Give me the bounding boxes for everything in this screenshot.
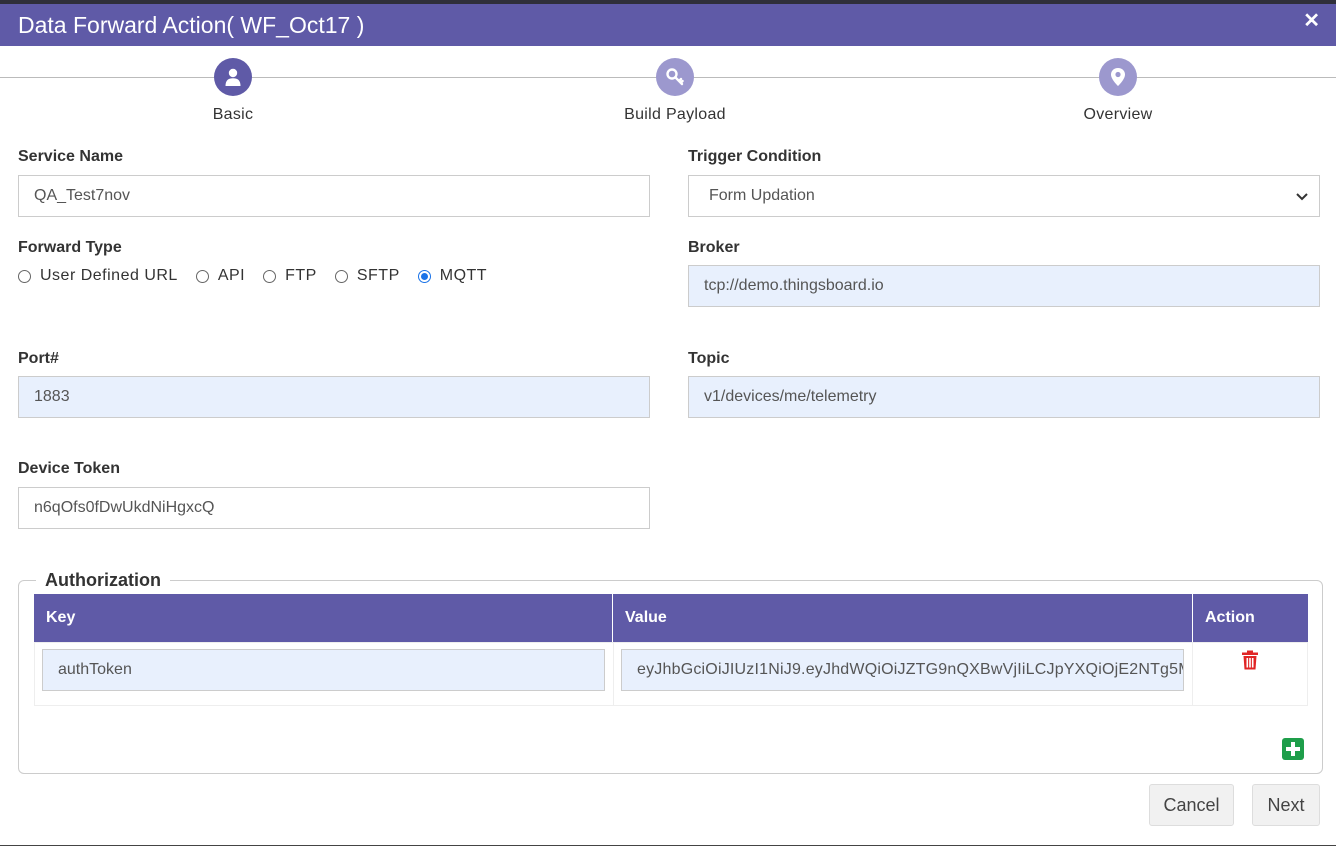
column-divider xyxy=(1192,642,1193,706)
step-overview[interactable]: Overview xyxy=(1018,58,1218,124)
radio-sftp[interactable]: SFTP xyxy=(334,267,400,285)
column-divider xyxy=(613,642,614,706)
trigger-condition-select[interactable]: Form Updation xyxy=(688,175,1320,217)
radio-ftp[interactable]: FTP xyxy=(263,267,317,285)
radio-button[interactable] xyxy=(263,269,277,283)
service-name-label: Service Name xyxy=(18,148,123,165)
port-input[interactable]: 1883 xyxy=(18,376,650,418)
cancel-button[interactable]: Cancel xyxy=(1149,784,1234,826)
forward-type-label: Forward Type xyxy=(18,239,122,256)
radio-label: User Defined URL xyxy=(40,267,178,284)
close-icon[interactable]: ✕ xyxy=(1303,8,1320,33)
port-label: Port# xyxy=(18,350,59,367)
radio-button-selected[interactable] xyxy=(417,269,431,283)
broker-input[interactable]: tcp://demo.thingsboard.io xyxy=(688,265,1320,307)
column-header-key: Key xyxy=(34,594,613,642)
step-build-payload[interactable]: Build Payload xyxy=(575,58,775,124)
radio-user-defined-url[interactable]: User Defined URL xyxy=(18,267,178,285)
radio-button[interactable] xyxy=(195,269,209,283)
chevron-down-icon xyxy=(1295,189,1309,208)
radio-label: SFTP xyxy=(356,267,400,284)
trigger-condition-value: Form Updation xyxy=(709,187,815,204)
topic-value: v1/devices/me/telemetry xyxy=(704,388,877,405)
radio-label: API xyxy=(217,267,246,284)
step-basic[interactable]: Basic xyxy=(133,58,333,124)
data-forward-modal: Data Forward Action( WF_Oct17 ) ✕ Basic … xyxy=(0,4,1336,846)
modal-header: Data Forward Action( WF_Oct17 ) ✕ xyxy=(0,4,1336,46)
modal-title: Data Forward Action( WF_Oct17 ) xyxy=(18,12,365,38)
broker-value: tcp://demo.thingsboard.io xyxy=(704,277,884,294)
port-value: 1883 xyxy=(34,388,70,405)
auth-key-value: authToken xyxy=(58,661,132,678)
topic-input[interactable]: v1/devices/me/telemetry xyxy=(688,376,1320,418)
step-label: Build Payload xyxy=(624,106,726,123)
add-row-icon[interactable] xyxy=(1282,738,1304,760)
device-token-label: Device Token xyxy=(18,460,120,477)
service-name-input[interactable]: QA_Test7nov xyxy=(18,175,650,217)
column-header-value: Value xyxy=(613,594,1193,642)
authorization-table-header: Key Value Action xyxy=(34,594,1308,642)
radio-button[interactable] xyxy=(334,269,348,283)
user-icon xyxy=(214,58,252,96)
topic-label: Topic xyxy=(688,350,730,367)
forward-type-radio-group: User Defined URL API FTP SFTP MQTT xyxy=(18,267,505,285)
step-label: Basic xyxy=(212,106,254,123)
auth-key-input[interactable]: authToken xyxy=(42,649,605,691)
authorization-legend: Authorization xyxy=(36,570,170,591)
radio-label: FTP xyxy=(285,267,317,284)
trigger-condition-label: Trigger Condition xyxy=(688,148,822,165)
service-name-value: QA_Test7nov xyxy=(34,187,131,204)
step-label: Overview xyxy=(1083,106,1153,123)
trash-icon[interactable] xyxy=(1241,650,1259,675)
radio-api[interactable]: API xyxy=(195,267,246,285)
broker-label: Broker xyxy=(688,239,740,256)
column-header-action: Action xyxy=(1205,609,1255,626)
device-token-input[interactable]: n6qOfs0fDwUkdNiHgxcQ xyxy=(18,487,650,529)
radio-mqtt[interactable]: MQTT xyxy=(417,267,488,285)
radio-label: MQTT xyxy=(439,267,488,284)
auth-value-input[interactable]: eyJhbGciOiJIUzI1NiJ9.eyJhdWQiOiJZTG9nQXB… xyxy=(621,649,1184,691)
next-button[interactable]: Next xyxy=(1252,784,1320,826)
map-pin-icon xyxy=(1099,58,1137,96)
auth-value-text: eyJhbGciOiJIUzI1NiJ9.eyJhdWQiOiJZTG9nQXB… xyxy=(637,661,1184,678)
radio-button[interactable] xyxy=(18,269,31,283)
device-token-value: n6qOfs0fDwUkdNiHgxcQ xyxy=(34,499,215,516)
key-icon xyxy=(656,58,694,96)
